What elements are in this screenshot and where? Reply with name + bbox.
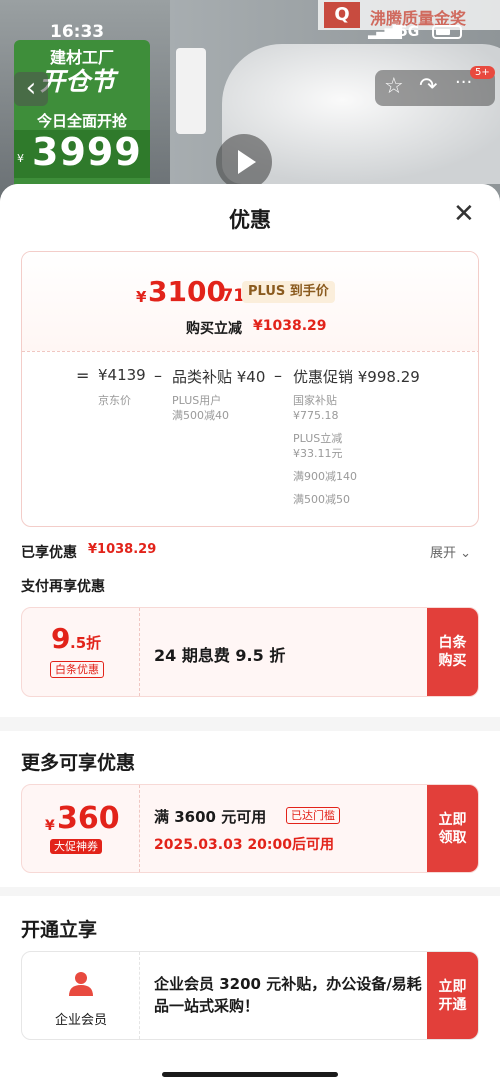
buy-reduce-value: ¥1038.29 xyxy=(253,318,327,334)
sheet-header: 优惠 ✕ xyxy=(0,184,500,240)
baitiao-tag: 白条优惠 xyxy=(50,661,104,678)
promo-discount: 优惠促销 ¥998.29 xyxy=(293,368,420,386)
promo-sub-national: 国家补贴 xyxy=(293,394,337,407)
baitiao-discount-big: 9 xyxy=(51,622,71,655)
promo-currency: ¥ xyxy=(17,152,24,165)
enterprise-member-card[interactable]: 企业会员 企业会员 3200 元补贴，办公设备/易耗品一站式采购！ 立即开通 xyxy=(21,951,479,1040)
more-section-title: 更多可享优惠 xyxy=(21,752,136,774)
final-price-decimal: .71 xyxy=(215,286,246,306)
chevron-left-icon: ‹ xyxy=(25,73,37,103)
buy-reduce-label: 购买立减 xyxy=(186,321,242,337)
open-membership-section: 开通立享 企业会员 企业会员 3200 元补贴，办公设备/易耗品一站式采购！ 立… xyxy=(0,896,500,1081)
baitiao-buy-button[interactable]: 白条购买 xyxy=(427,608,478,696)
coupon-left: 9 .5折 白条优惠 xyxy=(22,608,140,696)
promo-price: 3999 xyxy=(32,130,142,174)
coupon-tag: 大促神券 xyxy=(50,839,102,854)
final-price-area: ¥ 3100 .71 PLUS 到手价 购买立减 ¥1038.29 xyxy=(22,252,478,352)
category-sub-rule: 满500减40 xyxy=(172,409,229,422)
expand-button[interactable]: 展开 ⌄ xyxy=(430,542,471,561)
person-icon xyxy=(69,972,93,996)
signal-icon: ▂▄▆█ xyxy=(368,25,402,39)
status-time: 16:33 xyxy=(50,22,105,42)
coupon-currency: ¥ xyxy=(45,818,55,834)
back-button[interactable]: ‹ xyxy=(14,72,48,106)
promo-line3: 今日全面开抢 xyxy=(36,112,127,130)
pay-section-title: 支付再享优惠 xyxy=(21,579,105,595)
share-icon[interactable]: ↷ xyxy=(419,74,437,99)
close-icon[interactable]: ✕ xyxy=(453,201,475,227)
promo-sub-plus-value: ¥33.11元 xyxy=(293,447,343,460)
home-indicator[interactable] xyxy=(162,1072,338,1077)
promo-line2: 开仓节 xyxy=(40,67,116,96)
member-desc: 企业会员 3200 元补贴，办公设备/易耗品一站式采购！ xyxy=(154,975,422,1015)
member-label: 企业会员 xyxy=(54,1013,107,1028)
member-left: 企业会员 xyxy=(22,952,140,1039)
baitiao-coupon-card[interactable]: 9 .5折 白条优惠 24 期息费 9.5 折 白条购买 xyxy=(21,607,479,697)
jd-price: ¥4139 xyxy=(98,366,146,384)
open-section-title: 开通立享 xyxy=(21,919,98,941)
open-member-button[interactable]: 立即开通 xyxy=(427,952,478,1039)
discount-sheet: 优惠 ✕ ¥ 3100 .71 PLUS 到手价 购买立减 ¥1038.29 =… xyxy=(0,184,500,1081)
coupon-360-card[interactable]: ¥ 360 大促神券 满 3600 元可用 已达门槛 2025.03.03 20… xyxy=(21,784,479,873)
price-section: ¥ 3100 .71 PLUS 到手价 购买立减 ¥1038.29 = ¥413… xyxy=(0,240,500,717)
claim-coupon-button[interactable]: 立即领取 xyxy=(427,785,478,872)
network-label: 5G xyxy=(398,24,420,40)
star-icon[interactable]: ☆ xyxy=(384,74,404,99)
battery-icon xyxy=(432,25,462,39)
baitiao-discount-small: .5折 xyxy=(70,634,102,652)
category-sub-user: PLUS用户 xyxy=(172,394,222,407)
enjoyed-label: 已享优惠 xyxy=(21,545,77,561)
coupon-amount: 360 xyxy=(57,801,120,836)
video-play-icon[interactable] xyxy=(216,134,272,190)
price-breakdown-card: ¥ 3100 .71 PLUS 到手价 购买立减 ¥1038.29 = ¥413… xyxy=(21,251,479,527)
enjoyed-value: ¥1038.29 xyxy=(88,542,157,557)
minus-sign-2: – xyxy=(274,366,282,385)
minus-sign-1: – xyxy=(154,366,162,385)
coupon-condition: 满 3600 元可用 xyxy=(154,808,267,826)
final-price-currency: ¥ xyxy=(136,288,147,306)
more-discount-section: 更多可享优惠 ¥ 360 大促神券 满 3600 元可用 已达门槛 2025.0… xyxy=(0,731,500,887)
category-subsidy: 品类补贴 ¥40 xyxy=(172,368,266,386)
expand-label: 展开 xyxy=(430,546,457,561)
remote-control-image xyxy=(176,48,206,134)
coupon-valid-time: 2025.03.03 20:00后可用 xyxy=(154,837,335,853)
equals-sign: = xyxy=(76,366,90,385)
coupon-left: ¥ 360 大促神券 xyxy=(22,785,140,872)
jd-price-label: 京东价 xyxy=(98,394,131,407)
promo-sub-plus: PLUS立减 xyxy=(293,432,343,445)
chevron-down-icon: ⌄ xyxy=(460,546,472,561)
threshold-status-tag: 已达门槛 xyxy=(286,807,340,824)
promo-sub-500-50: 满500减50 xyxy=(293,493,350,506)
award-logo: Q xyxy=(324,2,360,28)
sheet-title: 优惠 xyxy=(229,208,271,232)
promo-sub-900-140: 满900减140 xyxy=(293,470,357,483)
promo-sub-national-value: ¥775.18 xyxy=(293,409,339,422)
message-badge: 5+ xyxy=(470,66,495,79)
plus-price-tag: PLUS 到手价 xyxy=(242,281,335,303)
baitiao-desc: 24 期息费 9.5 折 xyxy=(154,646,286,665)
